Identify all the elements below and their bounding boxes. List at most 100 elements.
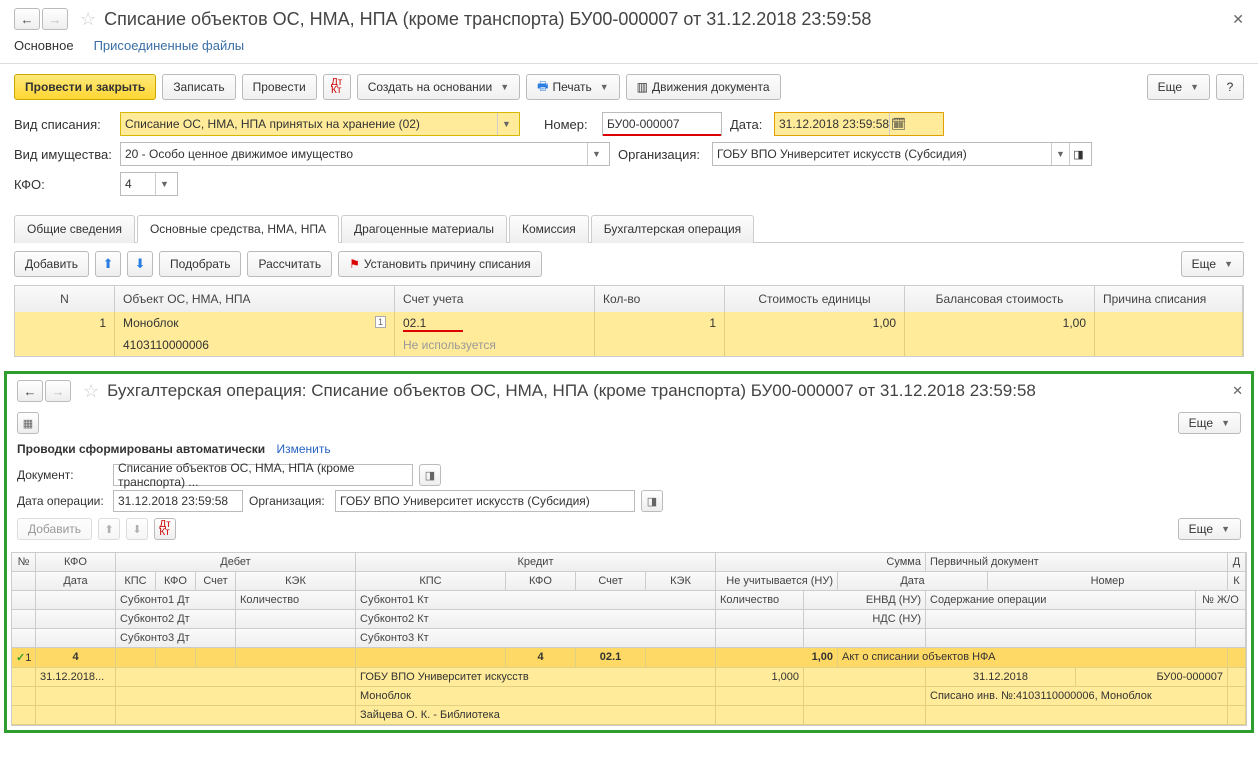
- col-reason: Причина списания: [1095, 286, 1243, 312]
- post-and-close-button[interactable]: Провести и закрыть: [14, 74, 156, 100]
- table-more-button[interactable]: Еще▼: [1181, 251, 1244, 277]
- check-icon: ✓: [16, 652, 25, 664]
- doc-input[interactable]: Списание объектов ОС, НМА, НПА (кроме тр…: [113, 464, 413, 486]
- pick-button[interactable]: Подобрать: [159, 251, 241, 277]
- flag-icon: ⚑: [349, 257, 360, 271]
- chevron-down-icon[interactable]: ▼: [155, 173, 173, 195]
- col-n: N: [15, 286, 115, 312]
- subnav-files[interactable]: Присоединенные файлы: [94, 38, 245, 53]
- grid-icon-button[interactable]: ▦: [17, 412, 39, 434]
- col-debit: Дебет: [116, 553, 356, 572]
- add-row-button[interactable]: Добавить: [14, 251, 89, 277]
- number-label: Номер:: [544, 117, 594, 132]
- panel-org-label: Организация:: [249, 494, 329, 508]
- org-input[interactable]: ГОБУ ВПО Университет искусств (Субсидия)…: [712, 142, 1092, 166]
- grid-row[interactable]: Зайцева О. К. - Библиотека: [12, 706, 1246, 725]
- move-up-button[interactable]: ⬆: [95, 251, 121, 277]
- help-button[interactable]: ?: [1216, 74, 1244, 100]
- move-down-button[interactable]: ⬇: [127, 251, 153, 277]
- accounting-panel: ← → ☆ Бухгалтерская операция: Списание о…: [4, 371, 1254, 733]
- assets-table: N Объект ОС, НМА, НПА Счет учета Кол-во …: [14, 285, 1244, 357]
- panel-add-button[interactable]: Добавить: [17, 518, 92, 540]
- writeoff-type-input[interactable]: Списание ОС, НМА, НПА принятых на хранен…: [120, 112, 520, 136]
- panel-favorite-icon[interactable]: ☆: [83, 381, 99, 402]
- tab-general[interactable]: Общие сведения: [14, 215, 135, 243]
- col-amount: Сумма: [716, 553, 926, 572]
- panel-nav-forward[interactable]: →: [45, 380, 71, 402]
- col-bal-cost: Балансовая стоимость: [905, 286, 1095, 312]
- panel-more-button-2[interactable]: Еще▼: [1178, 518, 1241, 540]
- col-num: №: [12, 553, 36, 572]
- tab-materials[interactable]: Драгоценные материалы: [341, 215, 507, 243]
- close-icon[interactable]: ✕: [1232, 11, 1244, 28]
- calendar-icon[interactable]: 🗓: [889, 113, 907, 135]
- favorite-icon[interactable]: ☆: [80, 9, 96, 30]
- number-input[interactable]: БУ00-000007: [602, 112, 722, 136]
- opdate-label: Дата операции:: [17, 494, 107, 508]
- asset-kind-input[interactable]: 20 - Особо ценное движимое имущество ▼: [120, 142, 610, 166]
- panel-down-button[interactable]: ⬇: [126, 518, 148, 540]
- grid-row[interactable]: 31.12.2018... ГОБУ ВПО Университет искус…: [12, 668, 1246, 687]
- printer-icon: 🖶: [537, 77, 548, 98]
- auto-generated-label: Проводки сформированы автоматически: [17, 442, 265, 456]
- chevron-down-icon: ▼: [1224, 259, 1233, 269]
- save-button[interactable]: Записать: [162, 74, 235, 100]
- opdate-input[interactable]: 31.12.2018 23:59:58: [113, 490, 243, 512]
- chevron-down-icon[interactable]: ▼: [497, 113, 515, 135]
- chevron-down-icon: ▼: [1190, 82, 1199, 92]
- doc-popout-icon[interactable]: ◨: [419, 464, 441, 486]
- grid-row[interactable]: ✓1 4 4 02.1 1,00 Акт о списании объектов…: [12, 648, 1246, 668]
- table-row-sub[interactable]: 4103110000006 Не используется: [15, 334, 1243, 356]
- panel-close-icon[interactable]: ✕: [1232, 383, 1243, 399]
- col-account: Счет учета: [395, 286, 595, 312]
- movements-button[interactable]: ▥Движения документа: [626, 74, 781, 100]
- print-button[interactable]: 🖶Печать▼: [526, 74, 620, 100]
- tab-assets[interactable]: Основные средства, НМА, НПА: [137, 215, 339, 243]
- dtkt-button[interactable]: ДтКт: [323, 74, 351, 100]
- panel-org-input[interactable]: ГОБУ ВПО Университет искусств (Субсидия): [335, 490, 635, 512]
- panel-nav-back[interactable]: ←: [17, 380, 43, 402]
- org-label: Организация:: [618, 147, 704, 162]
- chevron-down-icon[interactable]: ▼: [587, 143, 605, 165]
- tab-commission[interactable]: Комиссия: [509, 215, 589, 243]
- col-credit: Кредит: [356, 553, 716, 572]
- date-input[interactable]: 31.12.2018 23:59:58 🗓: [774, 112, 944, 136]
- grid-row[interactable]: Моноблок Списано инв. №:4103110000006, М…: [12, 687, 1246, 706]
- dtkt-icon: ДтКт: [331, 79, 342, 95]
- writeoff-type-label: Вид списания:: [14, 117, 112, 132]
- post-button[interactable]: Провести: [242, 74, 317, 100]
- set-reason-button[interactable]: ⚑Установить причину списания: [338, 251, 542, 277]
- chevron-down-icon[interactable]: ▼: [1051, 143, 1069, 165]
- subnav-main[interactable]: Основное: [14, 38, 74, 53]
- popout-icon[interactable]: ◨: [1069, 143, 1087, 165]
- table-row[interactable]: 1 Моноблок1 02.1 1 1,00 1,00: [15, 312, 1243, 334]
- create-based-button[interactable]: Создать на основании▼: [357, 74, 520, 100]
- chevron-down-icon: ▼: [1221, 418, 1230, 428]
- chevron-down-icon: ▼: [500, 82, 509, 92]
- chevron-down-icon: ▼: [600, 82, 609, 92]
- nav-back-button[interactable]: ←: [14, 8, 40, 30]
- tab-accounting[interactable]: Бухгалтерская операция: [591, 215, 754, 243]
- change-link[interactable]: Изменить: [276, 442, 330, 456]
- chevron-down-icon: ▼: [1221, 524, 1230, 534]
- col-qty: Кол-во: [595, 286, 725, 312]
- col-unit-cost: Стоимость единицы: [725, 286, 905, 312]
- asset-kind-label: Вид имущества:: [14, 147, 112, 162]
- document-icon: ▥: [637, 80, 648, 94]
- more-button[interactable]: Еще▼: [1147, 74, 1210, 100]
- info-badge[interactable]: 1: [375, 316, 386, 328]
- doc-label: Документ:: [17, 468, 107, 482]
- kfo-input[interactable]: 4 ▼: [120, 172, 178, 196]
- calc-button[interactable]: Рассчитать: [247, 251, 332, 277]
- col-prim-doc: Первичный документ: [926, 553, 1228, 572]
- panel-up-button[interactable]: ⬆: [98, 518, 120, 540]
- panel-org-popout-icon[interactable]: ◨: [641, 490, 663, 512]
- panel-more-button[interactable]: Еще▼: [1178, 412, 1241, 434]
- nav-forward-button[interactable]: →: [42, 8, 68, 30]
- dtkt-icon: ДтКт: [159, 521, 170, 537]
- window-title: Списание объектов ОС, НМА, НПА (кроме тр…: [104, 9, 1232, 30]
- panel-dtkt-button[interactable]: ДтКт: [154, 518, 176, 540]
- kfo-label: КФО:: [14, 177, 112, 192]
- date-label: Дата:: [730, 117, 766, 132]
- col-object: Объект ОС, НМА, НПА: [115, 286, 395, 312]
